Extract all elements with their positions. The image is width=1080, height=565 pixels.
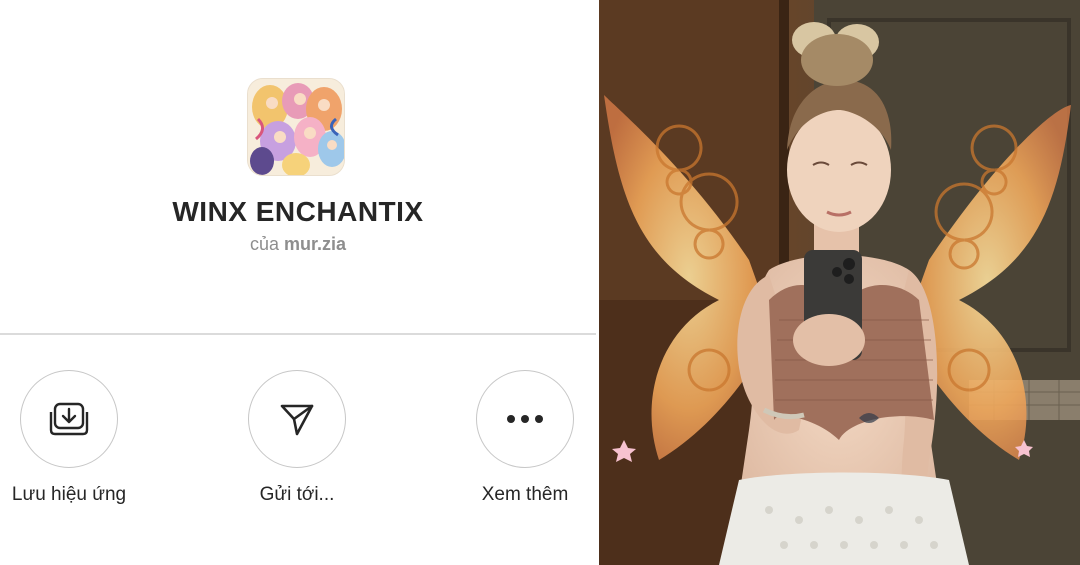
author-name[interactable]: mur.zia bbox=[284, 234, 346, 254]
see-more-label: Xem thêm bbox=[481, 484, 569, 505]
author-prefix: của bbox=[249, 234, 279, 254]
save-effect-label: Lưu hiệu ứng bbox=[11, 484, 127, 505]
send-to-label: Gửi tới... bbox=[259, 484, 335, 505]
fairy-wings-selfie-image bbox=[599, 0, 1080, 565]
see-more-button[interactable] bbox=[476, 370, 574, 468]
winx-fairies-thumbnail-icon bbox=[248, 79, 344, 175]
effect-author[interactable]: của mur.zia bbox=[0, 234, 596, 255]
effect-title: WINX ENCHANTIX bbox=[172, 196, 424, 227]
more-dots-icon bbox=[507, 415, 543, 423]
send-to-button[interactable] bbox=[248, 370, 346, 468]
effect-preview-photo bbox=[599, 0, 1080, 565]
effect-info-panel: WINX ENCHANTIX của mur.zia Lưu hiệu ứng … bbox=[0, 0, 596, 565]
save-download-icon bbox=[49, 402, 89, 436]
send-paper-plane-icon bbox=[280, 404, 314, 436]
effect-thumbnail[interactable] bbox=[247, 78, 345, 176]
save-effect-button[interactable] bbox=[20, 370, 118, 468]
section-divider bbox=[0, 333, 596, 335]
